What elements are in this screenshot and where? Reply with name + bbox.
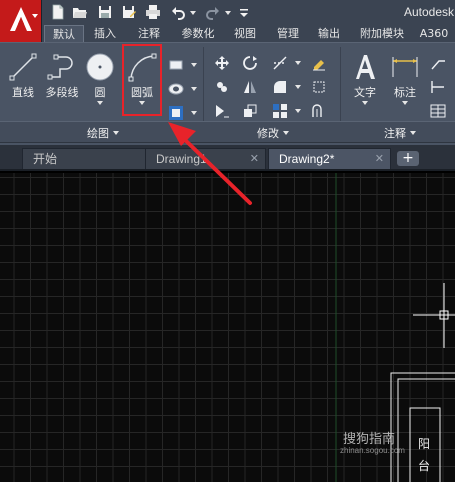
text-icon bbox=[356, 55, 375, 79]
trim-icon[interactable] bbox=[272, 55, 288, 71]
text-dropdown-caret[interactable] bbox=[362, 101, 368, 105]
dimension-dropdown-caret[interactable] bbox=[402, 101, 408, 105]
redo-dropdown-caret[interactable] bbox=[225, 11, 231, 15]
ribbon-tab-parametric[interactable]: 参数化 bbox=[176, 25, 220, 42]
dimension-tool[interactable]: 标注 bbox=[388, 51, 422, 105]
scale-icon[interactable] bbox=[242, 103, 258, 119]
redo-icon[interactable] bbox=[205, 4, 221, 20]
polyline-icon bbox=[47, 54, 73, 80]
ribbon-tab-row: 默认 插入 注释 参数化 视图 管理 输出 附加模块 A360 bbox=[42, 25, 455, 42]
ribbon-tab-addins[interactable]: 附加模块 bbox=[356, 25, 408, 42]
ribbon-tab-insert[interactable]: 插入 bbox=[90, 25, 120, 42]
explode-icon[interactable] bbox=[311, 79, 327, 95]
line-tool-label: 直线 bbox=[12, 86, 34, 99]
watermark-brand: 搜狗指南 bbox=[343, 432, 396, 447]
stretch-icon[interactable] bbox=[214, 103, 230, 119]
panel-label-bar: 绘图 修改 注释 bbox=[0, 121, 455, 143]
array-icon[interactable] bbox=[272, 103, 288, 119]
region-icon[interactable] bbox=[168, 105, 184, 121]
offset-icon[interactable] bbox=[311, 103, 327, 119]
circle-tool-label: 圆 bbox=[94, 86, 106, 99]
watermark-url: zhinan.sogou.com bbox=[340, 446, 405, 455]
array-dropdown-caret[interactable] bbox=[295, 109, 301, 113]
close-icon[interactable]: ✕ bbox=[375, 149, 384, 170]
multileader-icon[interactable] bbox=[430, 79, 446, 95]
fillet-icon[interactable] bbox=[272, 79, 288, 95]
move-icon[interactable] bbox=[214, 55, 230, 71]
copy-icon[interactable] bbox=[214, 79, 230, 95]
text-tool[interactable]: 文字 bbox=[348, 51, 382, 105]
new-icon[interactable] bbox=[50, 4, 66, 20]
region-dropdown-caret[interactable] bbox=[191, 111, 197, 115]
undo-dropdown-caret[interactable] bbox=[190, 11, 196, 15]
customize-icon[interactable] bbox=[236, 4, 252, 20]
app-title: Autodesk bbox=[404, 5, 455, 19]
line-tool[interactable]: 直线 bbox=[6, 51, 40, 100]
new-tab-button[interactable]: + bbox=[397, 151, 419, 166]
fillet-dropdown-caret[interactable] bbox=[295, 85, 301, 89]
ribbon-tab-a360[interactable]: A360 bbox=[418, 25, 450, 42]
leader-icon[interactable] bbox=[430, 55, 446, 71]
circle-icon bbox=[86, 53, 114, 81]
erase-icon[interactable] bbox=[311, 55, 327, 71]
polyline-tool-label: 多段线 bbox=[45, 86, 79, 99]
mirror-icon[interactable] bbox=[242, 79, 258, 95]
ribbon-tab-home[interactable]: 默认 bbox=[44, 25, 84, 42]
trim-dropdown-caret[interactable] bbox=[295, 61, 301, 65]
dimension-icon bbox=[392, 57, 418, 77]
circle-dropdown-caret[interactable] bbox=[97, 101, 103, 105]
draw-panel-label[interactable]: 绘图 bbox=[87, 125, 119, 141]
rectangle-icon[interactable] bbox=[168, 57, 184, 73]
doc-tab-start[interactable]: 开始 bbox=[22, 148, 146, 169]
app-menu-caret bbox=[32, 14, 38, 18]
drawing-text: 台 bbox=[418, 459, 431, 473]
doc-tab-drawing2[interactable]: Drawing2* ✕ bbox=[268, 148, 391, 169]
hatch-dropdown-caret[interactable] bbox=[191, 87, 197, 91]
save-icon[interactable] bbox=[97, 4, 113, 20]
drawing-text: 阳 bbox=[418, 437, 431, 451]
autocad-logo-icon bbox=[10, 7, 32, 31]
polyline-tool[interactable]: 多段线 bbox=[42, 51, 82, 100]
title-bar: Autodesk bbox=[0, 0, 455, 25]
table-icon[interactable] bbox=[430, 103, 446, 119]
ribbon-tab-output[interactable]: 输出 bbox=[314, 25, 344, 42]
dimension-tool-label: 标注 bbox=[394, 86, 416, 99]
print-icon[interactable] bbox=[145, 4, 161, 20]
modify-panel-label[interactable]: 修改 bbox=[257, 125, 289, 141]
application-menu-button[interactable] bbox=[0, 0, 42, 42]
text-tool-label: 文字 bbox=[354, 86, 376, 99]
hatch-icon[interactable] bbox=[168, 81, 184, 97]
undo-icon[interactable] bbox=[170, 4, 186, 20]
annotate-panel-label[interactable]: 注释 bbox=[384, 125, 416, 141]
circle-tool[interactable]: 圆 bbox=[84, 51, 116, 105]
ribbon-tab-view[interactable]: 视图 bbox=[230, 25, 260, 42]
rotate-icon[interactable] bbox=[242, 55, 258, 71]
rectangle-dropdown-caret[interactable] bbox=[191, 63, 197, 67]
ribbon-tab-manage[interactable]: 管理 bbox=[273, 25, 303, 42]
crosshair-cursor-icon bbox=[413, 283, 455, 348]
save-as-icon[interactable] bbox=[121, 4, 137, 20]
close-icon[interactable]: ✕ bbox=[250, 149, 259, 170]
arc-tool-highlight-box bbox=[122, 44, 162, 116]
open-icon[interactable] bbox=[72, 4, 88, 20]
document-tab-bar: 开始 Drawing1 ✕ Drawing2* ✕ + bbox=[0, 145, 455, 171]
line-icon bbox=[9, 53, 37, 81]
ribbon-tab-annotate[interactable]: 注释 bbox=[134, 25, 164, 42]
doc-tab-drawing1[interactable]: Drawing1 ✕ bbox=[145, 148, 266, 169]
